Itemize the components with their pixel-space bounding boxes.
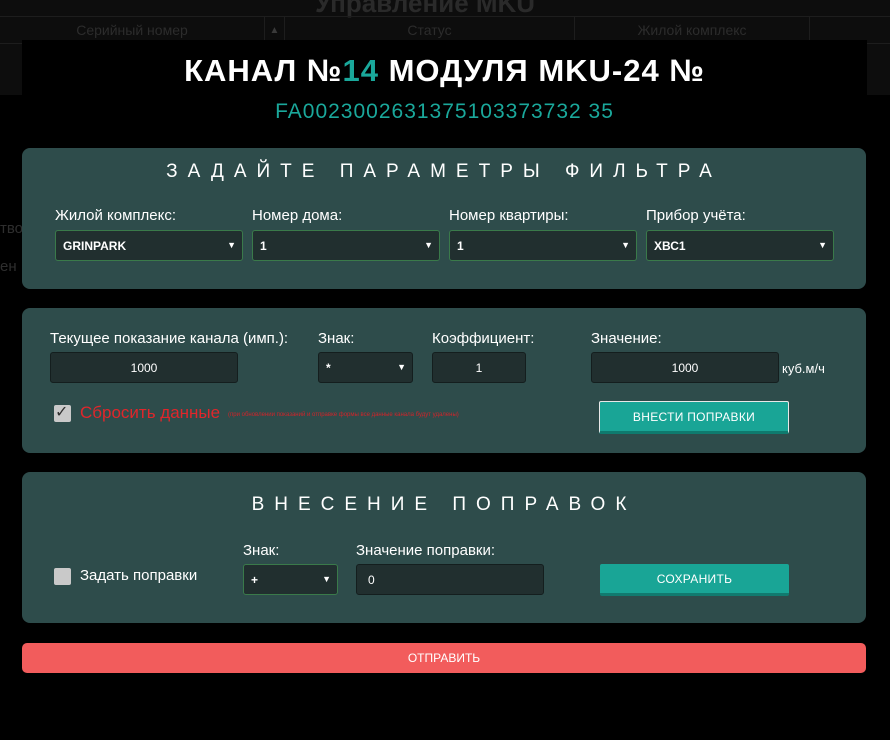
corrections-heading: ВНЕСЕНИЕ ПОПРАВОК — [251, 494, 637, 515]
chevron-down-icon: ▼ — [621, 240, 630, 250]
value-input[interactable]: 1000 — [591, 352, 779, 383]
complex-select[interactable]: GRINPARK ▼ — [55, 230, 243, 261]
filter-heading: ЗАДАЙТЕ ПАРАМЕТРЫ ФИЛЬТРА — [166, 161, 722, 182]
reset-label: Сбросить данные — [80, 403, 221, 422]
house-select-value: 1 — [260, 238, 267, 253]
modal-title: КАНАЛ №14 МОДУЛЯ MKU-24 № — [22, 53, 867, 89]
correction-sign-value: + — [251, 572, 259, 587]
house-label: Номер дома: — [252, 207, 343, 224]
channel-values-panel: Текущее показание канала (имп.): 1000 Зн… — [22, 308, 866, 453]
corrections-checkbox[interactable] — [54, 568, 71, 585]
coefficient-label: Коэффициент: — [432, 330, 535, 347]
value-label: Значение: — [591, 330, 662, 347]
title-prefix: КАНАЛ № — [184, 53, 343, 88]
channel-modal: КАНАЛ №14 МОДУЛЯ MKU-24 № FA002300263137… — [22, 40, 867, 680]
correction-value-input[interactable]: 0 — [356, 564, 544, 595]
coefficient-input[interactable]: 1 — [432, 352, 526, 383]
chevron-down-icon: ▼ — [424, 240, 433, 250]
background-side-text: тво — [0, 220, 24, 237]
filter-panel: ЗАДАЙТЕ ПАРАМЕТРЫ ФИЛЬТРА Жилой комплекс… — [22, 148, 866, 289]
correction-sign-select[interactable]: + ▼ — [243, 564, 338, 595]
apartment-label: Номер квартиры: — [449, 207, 569, 224]
apply-corrections-button[interactable]: ВНЕСТИ ПОПРАВКИ — [599, 401, 789, 434]
chevron-down-icon: ▼ — [818, 240, 827, 250]
current-reading-label: Текущее показание канала (имп.): — [50, 330, 289, 347]
corrections-panel: ВНЕСЕНИЕ ПОПРАВОК Задать поправки Знак: … — [22, 472, 866, 623]
apartment-select[interactable]: 1 ▼ — [449, 230, 637, 261]
meter-select-value: ХВС1 — [654, 238, 686, 253]
sign-select[interactable]: * ▼ — [318, 352, 413, 383]
correction-sign-label: Знак: — [243, 542, 280, 559]
checkmark-icon: ✓ — [55, 404, 69, 421]
background-side-text: ен — [0, 258, 17, 275]
submit-button[interactable]: ОТПРАВИТЬ — [22, 643, 866, 673]
complex-label: Жилой комплекс: — [55, 207, 177, 224]
chevron-down-icon: ▼ — [397, 362, 406, 372]
sign-select-value: * — [326, 360, 331, 375]
current-reading-input[interactable]: 1000 — [50, 352, 238, 383]
module-serial: FA0023002631375103373732 35 — [275, 100, 614, 123]
save-button[interactable]: СОХРАНИТЬ — [600, 564, 789, 596]
reset-checkbox[interactable]: ✓ — [54, 404, 71, 422]
meter-label: Прибор учёта: — [646, 207, 746, 224]
chevron-down-icon: ▼ — [322, 574, 331, 584]
complex-select-value: GRINPARK — [63, 238, 127, 253]
title-suffix: МОДУЛЯ MKU-24 № — [378, 53, 705, 88]
sign-label: Знак: — [318, 330, 355, 347]
apartment-select-value: 1 — [457, 238, 464, 253]
unit-label: куб.м/ч — [782, 361, 825, 376]
reset-note: (при обнов­лении показа­ний и отправке ф… — [228, 412, 459, 418]
page: Управление MKU Серийный номер ▲ Статус Ж… — [0, 0, 890, 740]
correction-value-label: Значение поправки: — [356, 542, 496, 559]
chevron-down-icon: ▼ — [227, 240, 236, 250]
meter-select[interactable]: ХВС1 ▼ — [646, 230, 834, 261]
channel-number: 14 — [342, 53, 379, 88]
house-select[interactable]: 1 ▼ — [252, 230, 440, 261]
corrections-checkbox-label: Задать поправки — [80, 567, 198, 584]
